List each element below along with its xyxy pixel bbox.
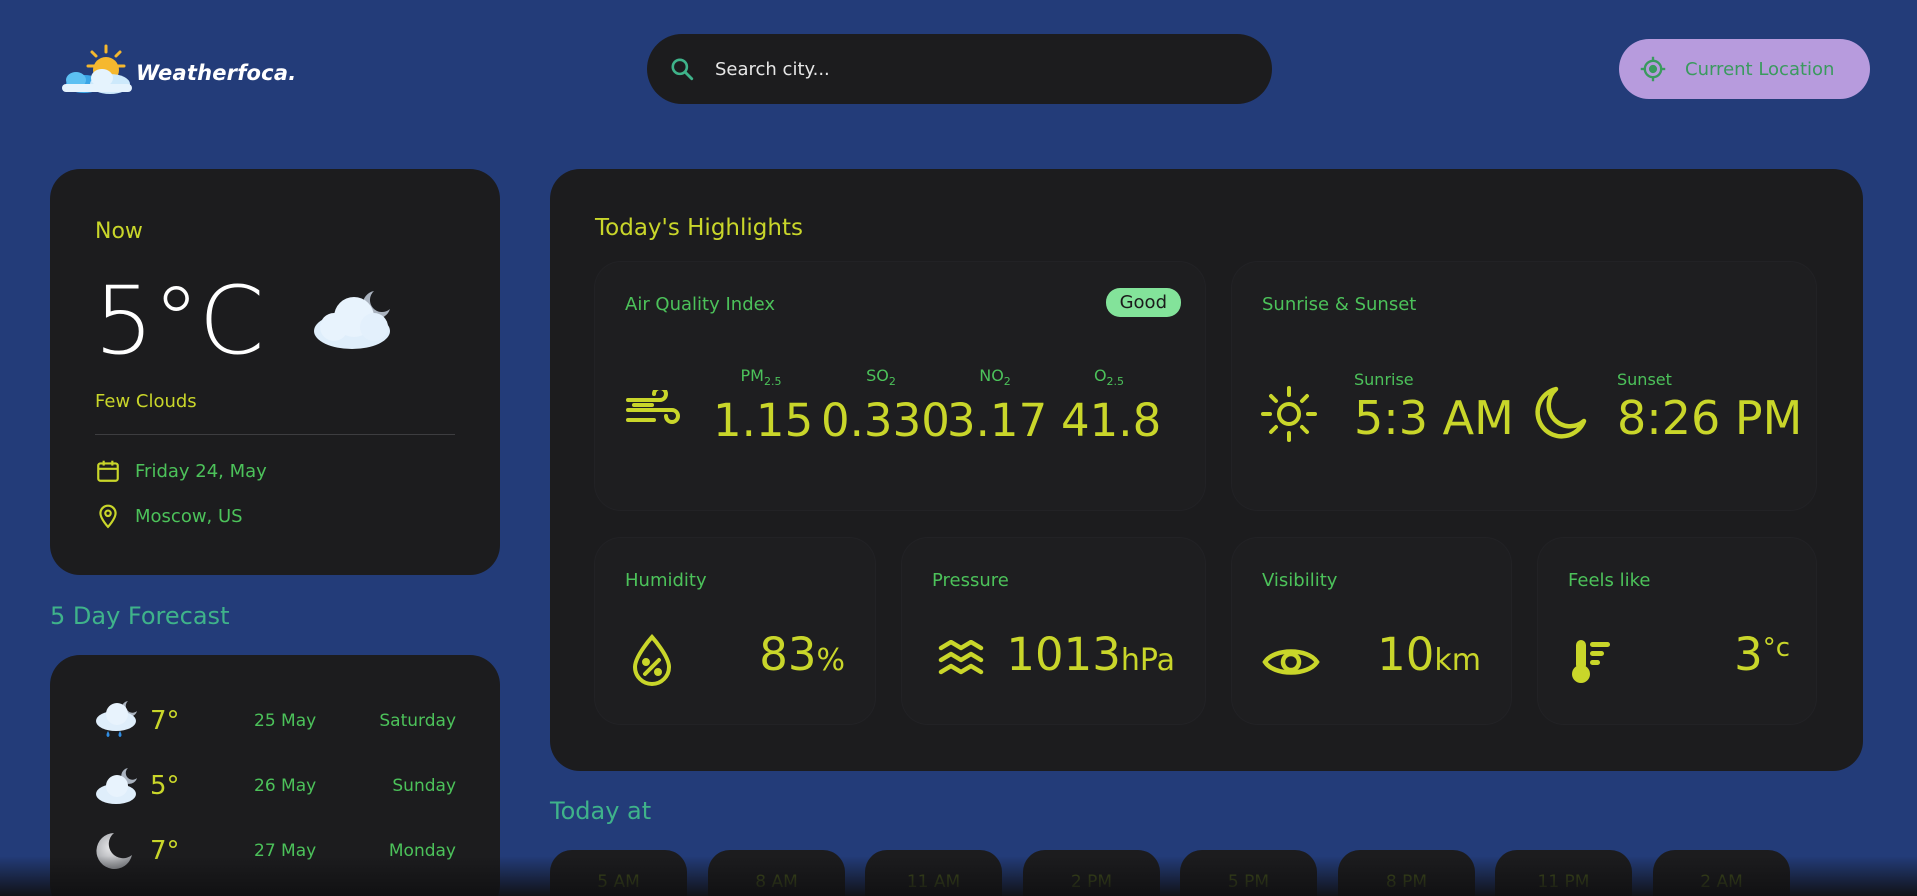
- sunrise-sunset-card: Sunrise & Sunset Sunrise 5:3 AM Sunset 8…: [1232, 262, 1816, 510]
- current-location-label: Current Location: [1685, 58, 1835, 80]
- header: Weatherfoca. Current Location: [0, 0, 1917, 140]
- highlights-title: Today's Highlights: [595, 215, 803, 241]
- aqi-value: 3.17: [947, 394, 1048, 448]
- forecast-day: Sunday: [392, 776, 456, 796]
- sunrise-block: Sunrise 5:3 AM: [1354, 370, 1514, 445]
- crosshair-icon: [1640, 56, 1666, 82]
- sunset-label: Sunset: [1617, 370, 1672, 389]
- humidity-drop-icon: [632, 634, 672, 686]
- map-pin-icon: [99, 504, 117, 529]
- sunrise-label: Sunrise: [1354, 370, 1414, 389]
- visibility-value: 10km: [1377, 628, 1481, 681]
- sunset-time: 8:26 PM: [1617, 391, 1803, 445]
- date-row: Friday 24, May: [95, 458, 267, 484]
- forecast-row: 7° 27 May Monday: [94, 831, 456, 871]
- aqi-value: 1.15: [713, 394, 814, 448]
- hourly-card[interactable]: 2 PM: [1023, 850, 1160, 896]
- forecast-date: 25 May: [254, 711, 317, 731]
- aqi-label: SO2: [866, 366, 896, 389]
- current-weather-card: Now 5°C Few Clouds Friday 24, May Moscow…: [50, 169, 500, 575]
- hourly-card[interactable]: 5 PM: [1180, 850, 1317, 896]
- forecast-row: 5° 26 May Sunday: [94, 766, 456, 806]
- forecast-row: 7° 25 May Saturday: [94, 701, 456, 741]
- sun-icon: [1261, 386, 1317, 442]
- hourly-card[interactable]: 8 PM: [1338, 850, 1475, 896]
- sun-title: Sunrise & Sunset: [1262, 294, 1417, 315]
- search-bar[interactable]: [647, 34, 1272, 104]
- visibility-card: Visibility 10km: [1232, 538, 1511, 724]
- location-row: Moscow, US: [95, 503, 243, 529]
- highlights-card: Today's Highlights Air Quality Index Goo…: [550, 169, 1863, 771]
- app-name: Weatherfoca.: [136, 61, 297, 85]
- waves-icon: [938, 640, 984, 675]
- forecast-day: Monday: [388, 841, 456, 861]
- feels-like-title: Feels like: [1568, 570, 1651, 591]
- current-temperature: 5°C: [94, 267, 264, 376]
- forecast-date: 26 May: [254, 776, 317, 796]
- aqi-label: NO2: [979, 366, 1011, 389]
- air-quality-title: Air Quality Index: [625, 294, 776, 315]
- forecast-temp: 7°: [150, 706, 180, 736]
- cloudy-night-icon: [312, 287, 398, 357]
- hourly-card[interactable]: 11 AM: [865, 850, 1002, 896]
- aqi-value: 0.330: [821, 394, 950, 448]
- today-title: Today at: [550, 797, 652, 825]
- search-input[interactable]: [715, 58, 1215, 80]
- aqi-label: PM2.5: [740, 366, 782, 389]
- feels-like-value: 3°c: [1734, 628, 1790, 681]
- current-location-button[interactable]: Current Location: [1619, 39, 1870, 99]
- air-quality-badge: Good: [1105, 288, 1181, 317]
- app-logo[interactable]: Weatherfoca.: [54, 44, 296, 96]
- forecast-title: 5 Day Forecast: [50, 602, 230, 630]
- wind-icon: [626, 390, 680, 424]
- aqi-label: O2.5: [1093, 366, 1125, 389]
- pressure-title: Pressure: [932, 570, 1009, 591]
- hourly-card[interactable]: 2 AM: [1653, 850, 1790, 896]
- humidity-card: Humidity 83%: [595, 538, 875, 724]
- aqi-o3: O2.5 41.8: [1061, 366, 1162, 448]
- feels-like-card: Feels like 3°c: [1538, 538, 1816, 724]
- aqi-no2: NO2 3.17: [947, 366, 1048, 448]
- hourly-card[interactable]: 8 AM: [708, 850, 845, 896]
- thermometer-icon: [1572, 640, 1610, 683]
- search-icon: [671, 58, 694, 81]
- weather-condition: Few Clouds: [95, 391, 197, 412]
- visibility-title: Visibility: [1262, 570, 1338, 591]
- forecast-temp: 5°: [150, 771, 180, 801]
- cloudy-night-icon: [96, 768, 137, 804]
- hourly-card[interactable]: 11 PM: [1495, 850, 1632, 896]
- sunset-block: Sunset 8:26 PM: [1617, 370, 1802, 445]
- calendar-icon: [97, 460, 119, 482]
- current-date: Friday 24, May: [135, 460, 267, 482]
- moon-icon: [96, 833, 132, 869]
- rainy-cloud-icon: [96, 701, 137, 737]
- sunrise-time: 5:3 AM: [1354, 391, 1514, 445]
- forecast-temp: 7°: [150, 836, 180, 866]
- pressure-value: 1013hPa: [1006, 628, 1175, 681]
- forecast-card: 7° 25 May Saturday 5° 26 May Sunday 7° 2…: [50, 655, 500, 896]
- divider: [95, 434, 455, 435]
- air-quality-card: Air Quality Index Good PM2.5 1.15 SO2 0.…: [595, 262, 1205, 510]
- forecast-day: Saturday: [379, 711, 456, 731]
- aqi-so2: SO2 0.330: [821, 366, 950, 448]
- aqi-pm25: PM2.5 1.15: [713, 366, 814, 448]
- current-location: Moscow, US: [135, 505, 243, 527]
- forecast-date: 27 May: [254, 841, 317, 861]
- eye-icon: [1262, 649, 1320, 675]
- sun-cloud-logo-icon: [54, 44, 134, 96]
- now-label: Now: [95, 219, 143, 244]
- hourly-card[interactable]: 5 AM: [550, 850, 687, 896]
- pressure-card: Pressure 1013hPa: [902, 538, 1205, 724]
- humidity-title: Humidity: [625, 570, 707, 591]
- aqi-value: 41.8: [1061, 394, 1162, 448]
- moon-icon: [1535, 386, 1587, 439]
- humidity-value: 83%: [759, 628, 845, 681]
